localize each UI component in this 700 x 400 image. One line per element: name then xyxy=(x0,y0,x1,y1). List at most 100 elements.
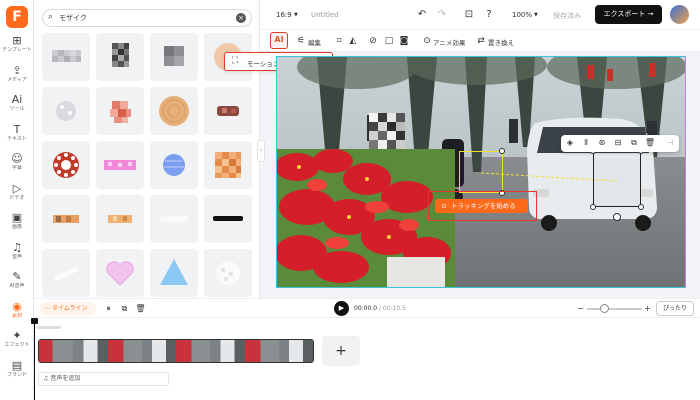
search-input[interactable] xyxy=(59,11,229,25)
start-tracking-button[interactable]: ⊙ トラッキングを始める xyxy=(435,199,528,213)
mosaic-tile-black-strip[interactable] xyxy=(204,195,252,243)
rail-item-label: AI音声 xyxy=(9,283,25,289)
mosaic-tile-tan-strip[interactable] xyxy=(96,195,144,243)
replace-button[interactable]: 置き換え xyxy=(488,37,514,47)
export-button[interactable]: エクスポート → xyxy=(595,5,662,24)
mosaic-tile-blue-triangle[interactable] xyxy=(150,249,198,297)
zoom-out-icon[interactable]: − xyxy=(574,302,587,315)
mosaic-tile-blue-circle[interactable] xyxy=(150,141,198,189)
replace-icon: ⇄ xyxy=(477,36,485,46)
clip-frame xyxy=(176,340,211,362)
add-audio-button[interactable]: ♫ 音声を追加 xyxy=(38,372,169,386)
rail-item-effects[interactable]: ✦ エフェクト xyxy=(0,329,34,355)
animation-button[interactable]: アニメ効果 xyxy=(433,37,465,47)
lock-icon[interactable]: ⊟ xyxy=(612,137,624,149)
rail-item-video[interactable]: ▷ ビデオ xyxy=(0,182,34,208)
rail-item-ai-tools[interactable]: Ai ツール xyxy=(0,93,34,119)
mosaic-tile-pink-bar[interactable] xyxy=(96,141,144,189)
image-icon: ▣ xyxy=(11,211,23,224)
delete-icon[interactable]: 🗑 xyxy=(644,137,656,149)
redo-icon[interactable]: ↷ xyxy=(435,8,449,22)
mosaic-tile-blur-square[interactable] xyxy=(150,33,198,81)
zoom-in-icon[interactable]: + xyxy=(641,302,654,315)
rail-item-text[interactable]: T テキスト xyxy=(0,123,34,149)
video-clip[interactable] xyxy=(38,339,314,363)
upload-icon: ⇪ xyxy=(12,63,22,77)
selection-box[interactable] xyxy=(593,151,641,207)
rail-item-elements[interactable]: ◉ 素材 xyxy=(0,300,34,326)
help-icon[interactable]: ? xyxy=(482,8,496,22)
mosaic-overlay-face[interactable] xyxy=(369,113,405,149)
subtitle-icon: ☺ xyxy=(11,152,23,165)
rail-item-audio[interactable]: ♫ 音声 xyxy=(0,241,34,267)
edit-button[interactable]: 編集 xyxy=(308,37,321,47)
timeline-label: タイムライン xyxy=(51,305,88,312)
ai-icon: Ai xyxy=(11,93,23,106)
rail-item-label: エフェクト xyxy=(4,342,30,348)
split-icon[interactable]: ⏸ xyxy=(102,302,115,315)
zoom-slider-track[interactable] xyxy=(587,308,642,310)
timeline-icon: ⋯ xyxy=(44,305,50,312)
aspect-ratio-select[interactable]: 16:9 xyxy=(276,11,292,19)
add-clip-button[interactable]: + xyxy=(322,336,360,366)
rail-item-image[interactable]: ▣ 画像 xyxy=(0,211,34,237)
mosaic-tile-dark-pixel[interactable] xyxy=(96,33,144,81)
edit-toolbar: AI ⚟ 編集 ⌗ ◭ ⊘ □ ◙ ⊙ アニメ効果 ⇄ 置き換え xyxy=(260,30,700,52)
blend-icon[interactable]: ⊛ xyxy=(596,137,608,149)
mosaic-tile-orange-pixel[interactable] xyxy=(204,141,252,189)
rail-item-media[interactable]: ⇪ メディア xyxy=(0,64,34,90)
layers-icon[interactable]: ◈ xyxy=(564,137,576,149)
align-icon[interactable]: ⫴ xyxy=(580,137,592,149)
collapse-panel-button[interactable]: ‹ xyxy=(257,140,265,162)
rail-item-brand[interactable]: ▤ ブランド xyxy=(0,359,34,385)
mosaic-tile-white-dots[interactable] xyxy=(204,249,252,297)
resize-handle[interactable] xyxy=(499,148,505,154)
copy-icon[interactable]: ⧉ xyxy=(118,302,131,315)
border-icon[interactable]: □ xyxy=(382,34,396,48)
rail-item-ai-voice[interactable]: ✎ AI音声 xyxy=(0,270,34,296)
avatar[interactable] xyxy=(670,5,689,24)
resize-handle[interactable] xyxy=(590,204,596,210)
mosaic-tile-red-blur[interactable] xyxy=(96,87,144,135)
zoom-slider-handle[interactable] xyxy=(600,304,609,313)
mosaic-tile-sparkle[interactable] xyxy=(42,87,90,135)
eraser-icon[interactable]: ⊘ xyxy=(366,34,380,48)
zoom-select[interactable]: 100% xyxy=(512,11,532,19)
mosaic-tile-white-brush[interactable] xyxy=(42,249,90,297)
ai-tools-button[interactable]: AI xyxy=(270,32,288,49)
crop-icon[interactable]: ⌗ xyxy=(332,34,346,48)
mosaic-tile-wood-circle[interactable] xyxy=(150,87,198,135)
search-box[interactable]: ⌕ × xyxy=(42,9,252,27)
tracking-target-box[interactable] xyxy=(459,151,503,193)
close-icon[interactable]: × xyxy=(236,13,246,23)
mosaic-tile-white-strip[interactable] xyxy=(150,195,198,243)
delete-icon[interactable]: 🗑 xyxy=(134,302,147,315)
video-canvas[interactable]: ◈ ⫴ ⊛ ⊟ ⧉ 🗑 ⊣ ⊙ トラッキングを始める xyxy=(276,56,686,288)
playhead[interactable] xyxy=(31,318,38,400)
mosaic-tile-gray-pixel[interactable] xyxy=(42,33,90,81)
mosaic-tile-pink-heart[interactable] xyxy=(96,249,144,297)
time-separator: / xyxy=(378,305,381,312)
fit-button[interactable]: ぴったり xyxy=(656,301,694,316)
play-button[interactable]: ▶ xyxy=(334,301,349,316)
duplicate-icon[interactable]: ⧉ xyxy=(628,137,640,149)
playhead-handle[interactable] xyxy=(31,318,38,324)
rail-item-label: ビデオ xyxy=(9,194,25,201)
mask-icon[interactable]: ◙ xyxy=(397,34,411,48)
clip-frame xyxy=(244,340,279,362)
project-title[interactable]: Untitled xyxy=(311,11,339,19)
animation-icon: ⊙ xyxy=(423,36,431,46)
undo-icon[interactable]: ↶ xyxy=(415,8,429,22)
mosaic-tile-red-flower[interactable] xyxy=(42,141,90,189)
rail-item-template[interactable]: ⊞ テンプレート xyxy=(0,34,34,60)
flip-icon[interactable]: ◭ xyxy=(346,34,360,48)
mosaic-tile-orange-strip[interactable] xyxy=(42,195,90,243)
more-icon[interactable]: ⊣ xyxy=(664,137,676,149)
resize-handle[interactable] xyxy=(638,204,644,210)
timeline-toggle-button[interactable]: ⋯ タイムライン xyxy=(40,302,96,315)
mosaic-tile-brown-bar[interactable] xyxy=(204,87,252,135)
screenshot-icon[interactable]: ⊡ xyxy=(462,8,476,22)
rail-item-subtitles[interactable]: ☺ 字幕 xyxy=(0,152,34,178)
rotate-handle[interactable] xyxy=(613,213,621,221)
export-label: エクスポート xyxy=(603,10,646,18)
